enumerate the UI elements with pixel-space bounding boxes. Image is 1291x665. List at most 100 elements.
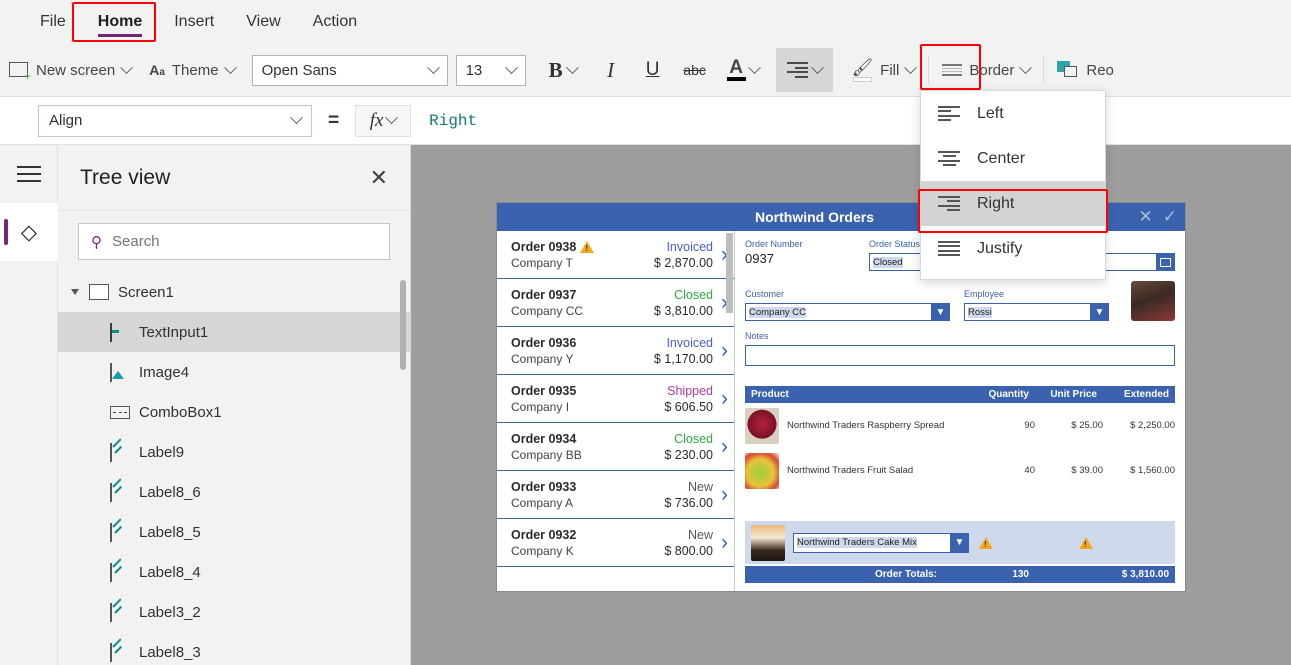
chevron-right-icon[interactable]: › [721,387,728,411]
employee-input[interactable]: Rossi [964,303,1090,321]
chevron-right-icon[interactable]: › [721,435,728,459]
tree-item-image4[interactable]: Image4 [58,352,410,392]
calendar-icon[interactable] [1156,253,1175,271]
new-screen-button[interactable]: + New screen [0,53,140,87]
customer-input[interactable]: Company CC [745,303,931,321]
chevron-down-icon[interactable]: ▼ [950,532,969,553]
search-icon: ⚲ [91,233,102,251]
align-option-justify[interactable]: Justify [921,226,1105,271]
font-color-button[interactable]: A [716,52,770,88]
font-color-icon: A [726,58,746,81]
close-icon[interactable]: ✕ [370,166,388,189]
font-size-select[interactable]: 13 [455,54,526,86]
chevron-right-icon[interactable]: › [721,339,728,363]
company-name: Company Y [511,351,574,366]
confirm-icon[interactable]: ✓ [1163,207,1177,227]
chevron-right-icon[interactable]: › [721,531,728,555]
gallery-item[interactable]: Order 0935 Company I Shipped $ 606.50 › [497,375,734,423]
screen-icon [89,284,109,300]
italic-button[interactable]: I [590,52,632,88]
search-box[interactable]: ⚲ [78,223,390,260]
tree-item-textinput1[interactable]: TextInput1 [58,312,410,352]
property-select[interactable]: Align [38,104,312,137]
hamburger-menu-button[interactable] [0,145,58,203]
gallery-item[interactable]: Order 0937 Company CC Closed $ 3,810.00 … [497,279,734,327]
tree-item-label8-5[interactable]: Label8_5 [58,512,410,552]
gallery-item[interactable]: Order 0938 Company T Invoiced $ 2,870.00… [497,231,734,279]
menu-item-file[interactable]: File [24,0,82,44]
tree-item-screen1[interactable]: Screen1 [58,272,410,312]
gallery-item[interactable]: Order 0936 Company Y Invoiced $ 1,170.00… [497,327,734,375]
chevron-down-icon [120,60,134,74]
fx-button[interactable]: fx [355,104,412,137]
column-header-quantity: Quantity [988,389,1029,400]
border-button[interactable]: Border [933,53,1039,87]
table-row[interactable]: Northwind Traders Raspberry Spread 90 $ … [745,403,1175,448]
align-option-label: Center [977,149,1026,167]
product-thumbnail [745,407,779,444]
font-family-select[interactable]: Open Sans [251,54,448,86]
reorder-button[interactable]: Reo [1048,53,1123,87]
company-name: Company BB [511,447,582,462]
theme-button[interactable]: Aa Theme [140,53,243,87]
gallery-item[interactable]: Order 0934 Company BB Closed $ 230.00 › [497,423,734,471]
tree-item-label9[interactable]: Label9 [58,432,410,472]
chevron-down-icon [385,111,399,125]
chevron-right-icon[interactable] [71,289,79,295]
theme-icon: Aa [149,62,165,78]
menu-item-action[interactable]: Action [297,0,373,44]
menu-label: File [40,13,66,30]
tree-item-label8-4[interactable]: Label8_4 [58,552,410,592]
menu-item-home[interactable]: Home [82,0,158,44]
menu-label: Insert [174,13,215,30]
order-amount: $ 2,870.00 [653,255,713,270]
ribbon-divider [1043,56,1045,84]
tree-view-rail-button[interactable]: ◇ [0,203,58,261]
chevron-down-icon[interactable]: ▼ [931,303,950,321]
underline-button[interactable]: U [632,52,674,88]
chevron-down-icon[interactable]: ▼ [1090,303,1109,321]
table-row[interactable]: Northwind Traders Fruit Salad 40 $ 39.00… [745,448,1175,493]
chevron-right-icon[interactable]: › [721,483,728,507]
strikethrough-button[interactable]: abc [674,52,716,88]
selected-product-input[interactable]: Northwind Traders Cake Mix [793,532,950,553]
gallery-scrollbar[interactable] [726,233,733,313]
product-name: Northwind Traders Fruit Salad [787,465,914,476]
cancel-icon[interactable]: ✕ [1139,207,1153,227]
combobox-icon [110,404,130,420]
tree-item-label8-6[interactable]: Label8_6 [58,472,410,512]
label-icon [110,563,130,582]
tree-item-label8-3[interactable]: Label8_3 [58,632,410,665]
selected-product-row[interactable]: Northwind Traders Cake Mix ▼ [745,521,1175,564]
notes-field: Notes [745,331,1175,366]
notes-input[interactable] [745,345,1175,366]
formula-input[interactable] [421,104,1291,137]
order-totals-row: Order Totals: 130 $ 3,810.00 [745,566,1175,583]
chevron-down-icon [904,60,918,74]
label-icon [110,443,130,462]
bold-button[interactable]: B [536,52,590,88]
align-option-center[interactable]: Center [921,136,1105,181]
gallery-item[interactable]: Order 0932 Company K New $ 800.00 › [497,519,734,567]
tree-item-combobox1[interactable]: ComboBox1 [58,392,410,432]
left-rail: ◇ [0,145,58,665]
align-button[interactable] [775,48,833,92]
align-option-right[interactable]: Right [921,181,1105,226]
align-option-label: Left [977,104,1004,122]
menu-item-insert[interactable]: Insert [158,0,230,44]
active-tab-underline [97,34,143,37]
align-option-left[interactable]: Left [921,91,1105,136]
menu-item-view[interactable]: View [230,0,296,44]
tree-scrollbar[interactable] [400,280,406,370]
align-option-label: Right [977,194,1015,212]
employee-label: Employee [964,289,1005,299]
chevron-down-icon [426,60,440,74]
totals-label: Order Totals: [874,569,937,580]
order-id: Order 0936 [511,335,577,350]
warning-icon [580,240,595,253]
search-input[interactable] [112,233,377,250]
tree-item-label3-2[interactable]: Label3_2 [58,592,410,632]
gallery-item[interactable]: Order 0933 Company A New $ 736.00 › [497,471,734,519]
layers-icon: ◇ [20,220,38,244]
fill-button[interactable]: 🖌 Fill [843,53,925,87]
